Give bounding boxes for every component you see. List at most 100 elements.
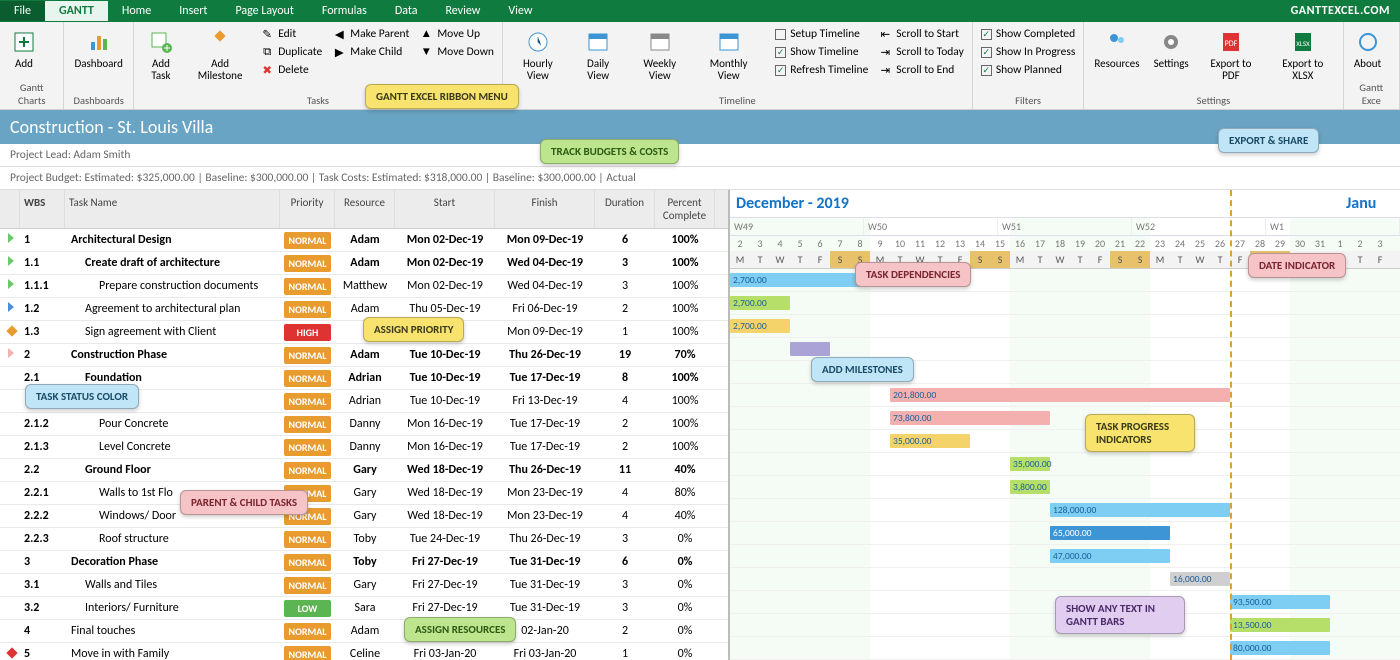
scroll-end-button[interactable]: ⇥Scroll to End xyxy=(876,62,966,78)
task-row[interactable]: 2.2.3Roof structureNORMALTobyTue 24-Dec-… xyxy=(0,528,728,551)
gantt-bar[interactable]: 201,800.00 xyxy=(890,388,1230,402)
task-row[interactable]: 1Architectural DesignNORMALAdamMon 02-De… xyxy=(0,229,728,252)
gantt-bar[interactable]: 16,000.00 xyxy=(1170,572,1230,586)
task-name-cell[interactable]: Final touches xyxy=(65,622,280,640)
day-number: 7 xyxy=(830,236,850,251)
day-number: 19 xyxy=(1070,236,1090,251)
show-timeline-button[interactable]: ✓Show Timeline xyxy=(773,44,870,60)
gantt-bar[interactable]: 3,800.00 xyxy=(1010,480,1050,494)
callout-task-progress: TASK PROGRESS INDICATORS xyxy=(1085,414,1195,452)
monthly-view-button[interactable]: Monthly View xyxy=(696,26,761,84)
col-priority[interactable]: Priority xyxy=(280,190,335,228)
daily-view-button[interactable]: Daily View xyxy=(573,26,624,84)
task-row[interactable]: 3Decoration PhaseNORMALTobyFri 27-Dec-19… xyxy=(0,551,728,574)
task-name-cell[interactable]: Decoration Phase xyxy=(65,553,280,571)
status-indicator-icon xyxy=(6,325,17,336)
add-task-button[interactable]: Add Task xyxy=(140,26,182,84)
callout-export-share: EXPORT & SHARE xyxy=(1218,128,1319,153)
gantt-bar[interactable] xyxy=(790,342,830,356)
task-row[interactable]: 2Construction PhaseNORMALAdamTue 10-Dec-… xyxy=(0,344,728,367)
export-pdf-button[interactable]: PDFExport to PDF xyxy=(1199,26,1263,84)
duplicate-button[interactable]: ⧉Duplicate xyxy=(258,44,324,60)
task-name-cell[interactable]: Walls and Tiles xyxy=(65,576,280,594)
resources-button[interactable]: Resources xyxy=(1090,26,1143,84)
task-name-cell[interactable]: Construction Phase xyxy=(65,346,280,364)
col-percent[interactable]: Percent Complete xyxy=(655,190,715,228)
gantt-bar[interactable]: 80,000.00 xyxy=(1230,641,1330,655)
about-button[interactable]: About xyxy=(1350,26,1386,72)
task-name-cell[interactable]: Create draft of architecture xyxy=(65,254,280,272)
col-resource[interactable]: Resource xyxy=(335,190,395,228)
tab-insert[interactable]: Insert xyxy=(165,1,221,21)
delete-button[interactable]: ✖Delete xyxy=(258,62,324,78)
move-down-button[interactable]: ▼Move Down xyxy=(417,44,496,60)
gantt-bar[interactable]: 65,000.00 xyxy=(1050,526,1170,540)
col-name[interactable]: Task Name xyxy=(65,190,280,228)
task-name-cell[interactable]: Roof structure xyxy=(65,530,280,548)
task-row[interactable]: 2.2.1Walls to 1st FloNORMALGaryWed 18-De… xyxy=(0,482,728,505)
gantt-bar[interactable]: 128,000.00 xyxy=(1050,503,1230,517)
dashboard-button[interactable]: Dashboard xyxy=(70,26,126,72)
task-row[interactable]: 2.2Ground FloorNORMALGaryWed 18-Dec-19Th… xyxy=(0,459,728,482)
task-row[interactable]: 3.2Interiors/ FurnitureLOWSaraFri 27-Dec… xyxy=(0,597,728,620)
gantt-bar[interactable]: 47,000.00 xyxy=(1050,549,1170,563)
edit-button[interactable]: ✎Edit xyxy=(258,26,324,42)
day-number: 14 xyxy=(970,236,990,251)
gantt-bar[interactable]: 35,000.00 xyxy=(890,434,970,448)
task-name-cell[interactable]: Ground Floor xyxy=(65,461,280,479)
task-row[interactable]: 2.1.2Pour ConcreteNORMALDannyMon 16-Dec-… xyxy=(0,413,728,436)
task-row[interactable]: 4Final touchesNORMALAdam02-Jan-2020% xyxy=(0,620,728,643)
tab-page-layout[interactable]: Page Layout xyxy=(221,1,307,21)
task-row[interactable]: 2.2.2Windows/ DoorNORMALGaryWed 18-Dec-1… xyxy=(0,505,728,528)
show-inprogress-toggle[interactable]: ✓Show In Progress xyxy=(979,44,1078,60)
task-name-cell[interactable]: Prepare construction documents xyxy=(65,277,280,295)
task-row[interactable]: 1.1.1Prepare construction documentsNORMA… xyxy=(0,275,728,298)
task-row[interactable]: 3.1Walls and TilesNORMALGaryFri 27-Dec-1… xyxy=(0,574,728,597)
col-duration[interactable]: Duration xyxy=(595,190,655,228)
tab-gantt[interactable]: GANTT xyxy=(45,1,108,21)
task-row[interactable]: 1.1Create draft of architectureNORMALAda… xyxy=(0,252,728,275)
weekly-view-button[interactable]: Weekly View xyxy=(629,26,690,84)
add-milestone-button[interactable]: Add Milestone xyxy=(188,26,252,84)
gear-icon xyxy=(1157,28,1185,56)
settings-button[interactable]: Settings xyxy=(1150,26,1193,84)
make-child-button[interactable]: ▶Make Child xyxy=(330,44,411,60)
export-xlsx-button[interactable]: XLSXExport to XLSX xyxy=(1269,26,1337,84)
col-start[interactable]: Start xyxy=(395,190,495,228)
show-completed-toggle[interactable]: ✓Show Completed xyxy=(979,26,1078,42)
gantt-bar[interactable]: 93,500.00 xyxy=(1230,595,1330,609)
task-name-cell[interactable]: Level Concrete xyxy=(65,438,280,456)
gantt-bar[interactable]: 13,500.00 xyxy=(1230,618,1330,632)
setup-timeline-button[interactable]: Setup Timeline xyxy=(773,26,870,42)
add-chart-button[interactable]: Add xyxy=(6,26,42,72)
tab-file[interactable]: File xyxy=(0,1,45,21)
gantt-bar[interactable]: 35,000.00 xyxy=(1010,457,1050,471)
task-name-cell[interactable]: Move in with Family xyxy=(65,645,280,660)
task-name-cell[interactable]: Interiors/ Furniture xyxy=(65,599,280,617)
tab-view[interactable]: View xyxy=(494,1,546,21)
tab-formulas[interactable]: Formulas xyxy=(308,1,381,21)
dow-cell: S xyxy=(830,251,850,268)
gantt-bar[interactable]: 2,700.00 xyxy=(730,319,790,333)
scroll-today-button[interactable]: ⇥Scroll to Today xyxy=(876,44,966,60)
col-wbs[interactable]: WBS xyxy=(20,190,65,228)
hourly-view-button[interactable]: Hourly View xyxy=(509,26,567,84)
make-parent-button[interactable]: ◀Make Parent xyxy=(330,26,411,42)
gantt-bar[interactable]: 2,700.00 xyxy=(730,296,790,310)
task-name-cell[interactable]: Pour Concrete xyxy=(65,415,280,433)
task-row[interactable]: 2.1.3Level ConcreteNORMALDannyMon 16-Dec… xyxy=(0,436,728,459)
tab-review[interactable]: Review xyxy=(431,1,494,21)
project-title-bar: Construction - St. Louis Villa xyxy=(0,110,1400,144)
move-up-button[interactable]: ▲Move Up xyxy=(417,26,496,42)
tab-home[interactable]: Home xyxy=(108,1,165,21)
task-name-cell[interactable]: Architectural Design xyxy=(65,231,280,249)
gantt-bar[interactable]: 73,800.00 xyxy=(890,411,1050,425)
task-name-cell[interactable]: Sign agreement with Client xyxy=(65,323,280,341)
col-finish[interactable]: Finish xyxy=(495,190,595,228)
gantt-row: 80,000.00 xyxy=(730,637,1400,660)
task-name-cell[interactable]: Agreement to architectural plan xyxy=(65,300,280,318)
show-planned-toggle[interactable]: ✓Show Planned xyxy=(979,62,1078,78)
scroll-start-button[interactable]: ⇤Scroll to Start xyxy=(876,26,966,42)
refresh-timeline-button[interactable]: ✓Refresh Timeline xyxy=(773,62,870,78)
tab-data[interactable]: Data xyxy=(381,1,432,21)
